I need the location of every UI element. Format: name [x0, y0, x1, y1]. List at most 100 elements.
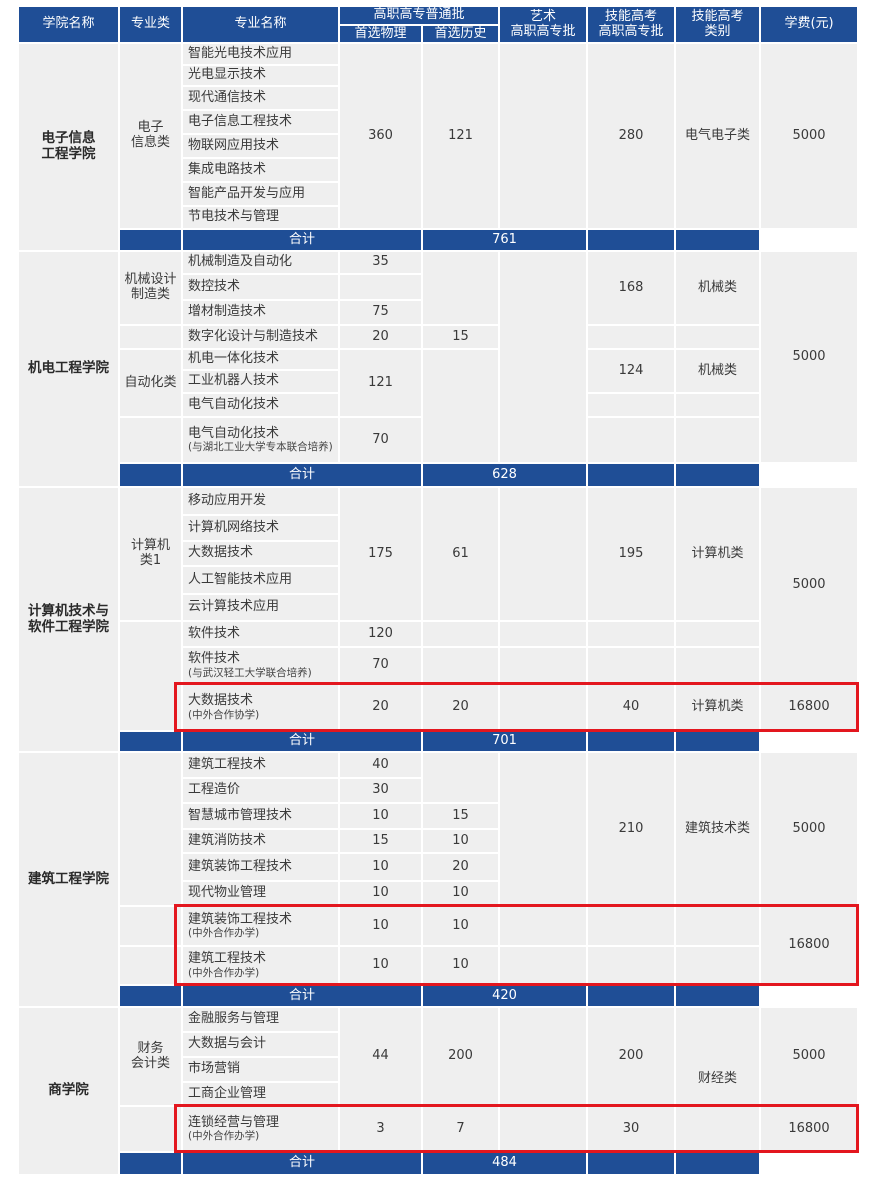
major-name-text: 计算机网络技术: [188, 519, 280, 535]
quota-art: [498, 250, 589, 464]
quota-physics: 10: [338, 905, 423, 947]
major-name-text: 数字化设计与制造技术: [188, 328, 319, 344]
major-name: 计算机网络技术: [181, 514, 340, 542]
major-name: 工商企业管理: [181, 1081, 340, 1107]
major-category: [118, 1105, 183, 1153]
quota-history: [420, 646, 501, 685]
major-name-text: 软件技术: [188, 625, 241, 641]
major-name: 建筑工程技术 (中外合作办学): [181, 945, 340, 986]
major-name-text: 智能产品开发与应用: [188, 185, 306, 201]
total-label: 合计: [181, 1151, 423, 1176]
quota-art: [498, 646, 589, 685]
quota-physics: 20: [338, 683, 423, 732]
quota-skill: [586, 646, 677, 685]
total-spacer: [586, 228, 677, 252]
major-category: 自动化类: [118, 348, 183, 418]
table-row: 计算机技术与 软件工程学院 计算机 类1 移动应用开发 175 61 195 计算机类 500…: [17, 486, 860, 753]
major-name-text: 工业机器人技术: [188, 373, 280, 389]
major-name-text: 智能光电技术应用: [188, 45, 293, 61]
skill-exam-type: [674, 416, 762, 464]
quota-physics: 121: [338, 348, 423, 418]
total-spacer: [118, 1151, 183, 1176]
quota-physics: 175: [338, 486, 423, 622]
major-name: 电气自动化技术: [181, 392, 340, 418]
college-name: 商学院: [17, 1006, 120, 1176]
major-name-text: 建筑消防技术: [188, 832, 267, 848]
skill-exam-type: 机械类: [674, 348, 762, 394]
quota-physics: 10: [338, 852, 423, 882]
quota-skill: 200: [586, 1006, 677, 1107]
tuition-fee: 16800: [759, 683, 860, 732]
skill-exam-type: [674, 392, 762, 418]
total-label: 合计: [181, 228, 423, 252]
major-note: (中外合作办学): [188, 966, 260, 979]
quota-art: [498, 751, 589, 907]
major-name: 工程造价: [181, 777, 340, 804]
total-spacer: [586, 1151, 677, 1176]
skill-exam-type: 财经类: [674, 1006, 762, 1153]
total-label: 合计: [181, 730, 423, 753]
total-value: 484: [420, 1151, 589, 1176]
quota-physics: 30: [338, 777, 423, 804]
major-name-text: 电气自动化技术: [188, 396, 280, 412]
total-row: 合计 701: [18, 730, 858, 753]
table-row: 建筑工程技术 (中外合作办学) 10 10: [18, 945, 858, 986]
major-name-text: 建筑工程技术: [188, 756, 267, 772]
quota-history: 15: [420, 324, 501, 350]
tuition-fee: 5000: [759, 42, 860, 230]
total-value: 420: [420, 984, 589, 1008]
skill-exam-type: [674, 905, 762, 947]
quota-skill: 195: [586, 486, 677, 622]
major-name-text: 电气自动化技术: [188, 425, 280, 441]
major-name: 云计算技术应用: [181, 593, 340, 622]
major-note: (与武汉轻工大学联合培养): [188, 666, 312, 679]
total-value: 701: [420, 730, 589, 753]
quota-skill: 210: [586, 751, 677, 907]
total-spacer: [118, 730, 183, 753]
major-name-text: 数控技术: [188, 278, 241, 294]
major-name: 大数据技术: [181, 540, 340, 567]
major-name-text: 大数据技术: [188, 545, 254, 561]
quota-physics: 70: [338, 416, 423, 464]
quota-art: [498, 486, 589, 622]
major-name-text: 大数据技术: [188, 693, 254, 708]
tuition-fee: 5000: [759, 250, 860, 464]
major-name: 软件技术 (与武汉轻工大学联合培养): [181, 646, 340, 685]
quota-physics: 40: [338, 751, 423, 779]
tuition-fee: 16800: [759, 905, 860, 986]
major-name: 建筑装饰工程技术 (中外合作办学): [181, 905, 340, 947]
major-note: (中外合作办学): [188, 1130, 260, 1143]
skill-exam-type: 计算机类: [674, 486, 762, 622]
total-spacer: [118, 984, 183, 1008]
major-name-text: 光电显示技术: [188, 67, 267, 83]
major-name-text: 机械制造及自动化: [188, 254, 293, 270]
quota-skill: 168: [586, 250, 677, 326]
table-row: 电子信息 工程学院 电子 信息类 智能光电技术应用 360 121 280 电气电子类 500…: [17, 42, 860, 252]
quota-physics: 35: [338, 250, 423, 275]
total-spacer: [674, 730, 762, 753]
major-name-text: 市场营销: [188, 1061, 241, 1077]
major-name: 智慧城市管理技术: [181, 802, 340, 830]
quota-art: [498, 683, 589, 732]
header-art-batch: 艺术 高职高专批: [498, 5, 589, 44]
major-name-text: 现代物业管理: [188, 885, 267, 901]
major-name: 智能光电技术应用: [181, 42, 340, 66]
table-row: 建筑装饰工程技术 (中外合作办学) 10 10 16800: [18, 905, 860, 986]
total-label: 合计: [181, 984, 423, 1008]
skill-exam-type: [674, 945, 762, 986]
major-name: 增材制造技术: [181, 299, 340, 326]
quota-history: [420, 348, 501, 464]
major-category: [118, 945, 183, 986]
skill-exam-type: [674, 646, 762, 685]
skill-exam-type: [674, 620, 762, 648]
header-tuition: 学费(元): [759, 5, 860, 44]
quota-history: 61: [420, 486, 501, 622]
skill-exam-type: 计算机类: [674, 683, 762, 732]
major-note: (中外合作办学): [188, 927, 260, 940]
major-category: [118, 324, 183, 350]
header-college: 学院名称: [17, 5, 120, 44]
quota-skill: [586, 416, 677, 464]
quota-art: [498, 620, 589, 648]
table-row: 商学院 财务 会计类 金融服务与管理 44 200 200 财经类 5000: [17, 1006, 860, 1176]
quota-history: 20: [420, 683, 501, 732]
